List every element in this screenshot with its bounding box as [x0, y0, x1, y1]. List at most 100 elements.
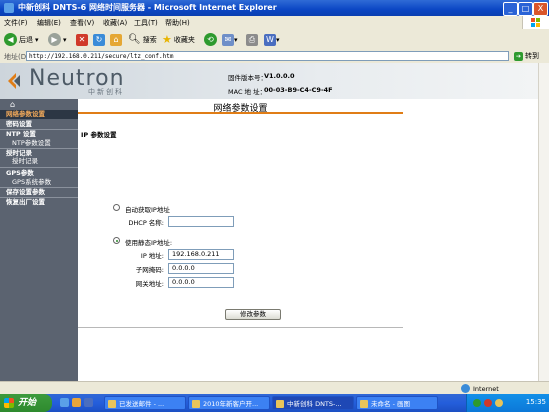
auto-ip-label: 自动获取IP地址	[125, 206, 170, 214]
refresh-icon: ↻	[93, 33, 105, 46]
static-ip-label: 使用静态IP地址:	[125, 239, 173, 247]
home-button[interactable]: ⌂	[110, 32, 122, 47]
back-label: 后退	[19, 35, 33, 44]
quicklaunch-email-icon[interactable]	[72, 398, 81, 407]
toolbar: ◀ 后退 ▾ ▶ ▾ ✕ ↻ ⌂ 🔍︎ 搜索 ★ 收藏夹 ⟲ ✉ ▾ ⎙ W ▾	[0, 29, 549, 51]
tray-volume-icon[interactable]	[495, 399, 503, 407]
auto-ip-radio[interactable]	[113, 204, 120, 211]
stop-icon: ✕	[76, 33, 88, 46]
modify-params-button[interactable]: 修改参数	[225, 309, 281, 320]
zone-label: Internet	[473, 384, 499, 393]
windows-flag-icon	[4, 398, 14, 408]
search-label: 搜索	[142, 35, 157, 44]
task-sent-mail[interactable]: 已发送邮件 - ...	[104, 396, 186, 410]
menu-help[interactable]: 帮助(H)	[165, 18, 190, 28]
firmware-label: 固件版本号：	[228, 74, 267, 82]
sidebar-sub-timing-log[interactable]: 授时记录	[12, 157, 38, 166]
menu-edit[interactable]: 编辑(E)	[37, 18, 61, 28]
star-icon: ★	[162, 33, 172, 46]
gateway-input[interactable]: 0.0.0.0	[168, 277, 234, 288]
subnet-mask-input[interactable]: 0.0.0.0	[168, 263, 234, 274]
ie-window: 中新创科 DNTS-6 网络时间服务器 - Microsoft Internet…	[0, 0, 549, 395]
print-icon: ⎙	[246, 33, 258, 46]
refresh-button[interactable]: ↻	[93, 32, 105, 47]
ip-address-input[interactable]: 192.168.0.211	[168, 249, 234, 260]
mail-icon: ✉	[222, 33, 234, 46]
print-button[interactable]: ⎙	[246, 32, 258, 47]
neutron-logo-icon	[8, 73, 20, 89]
system-tray: 15:35	[466, 394, 549, 412]
history-button[interactable]: ⟲	[204, 32, 219, 47]
page-header: Neutron 中新创科 固件版本号： V1.0.0.0 MAC 地 址： 00…	[0, 63, 538, 99]
sidebar-item-save[interactable]: 保存设置参数	[0, 188, 78, 197]
sidebar-sub-ntp-params[interactable]: NTP参数设置	[12, 139, 51, 148]
edit-button[interactable]: W ▾	[264, 32, 280, 47]
ie-icon	[4, 3, 14, 13]
task-new-customer[interactable]: 2010年新客户开...	[188, 396, 270, 410]
title-underline	[78, 112, 403, 114]
vertical-scrollbar[interactable]	[538, 63, 549, 381]
window-title: 中新创科 DNTS-6 网络时间服务器 - Microsoft Internet…	[18, 3, 277, 12]
sidebar-item-ntp[interactable]: NTP 设置	[0, 130, 78, 139]
logo-subtitle: 中新创科	[88, 88, 124, 96]
forward-arrow-icon: ▶	[48, 33, 61, 46]
back-arrow-icon: ◀	[4, 33, 17, 46]
sidebar: ⌂ 网络参数设置 密码设置 NTP 设置 NTP参数设置 授时记录 授时记录 G…	[0, 99, 78, 381]
menu-favorites[interactable]: 收藏(A)	[103, 18, 127, 28]
quicklaunch-desktop-icon[interactable]	[84, 398, 93, 407]
clock[interactable]: 15:35	[526, 398, 546, 406]
menu-view[interactable]: 查看(V)	[70, 18, 94, 28]
minimize-button[interactable]: _	[503, 2, 518, 16]
task-ie-dnts[interactable]: 中新创科 DNTS-...	[272, 396, 354, 410]
mac-value: 00-03-B9-C4-C9-4F	[264, 86, 333, 94]
address-bar: 地址(D) http://192.168.0.211/secure/ltz_co…	[0, 50, 549, 64]
quicklaunch-ie-icon[interactable]	[60, 398, 69, 407]
favorites-label: 收藏夹	[173, 35, 195, 44]
go-arrow-icon: ➔	[514, 51, 523, 61]
search-button[interactable]: 🔍︎ 搜索	[128, 32, 157, 47]
sidebar-item-network[interactable]: 网络参数设置	[0, 110, 78, 119]
close-button[interactable]: X	[533, 2, 548, 16]
sidebar-divider	[0, 167, 78, 168]
start-label: 开始	[18, 398, 37, 408]
go-button[interactable]: ➔ 转到	[514, 51, 539, 61]
mail-button[interactable]: ✉ ▾	[222, 32, 238, 47]
back-button[interactable]: ◀ 后退 ▾	[4, 32, 39, 47]
tray-security-icon[interactable]	[484, 399, 492, 407]
ip-address-label: IP 地址:	[140, 252, 164, 260]
edit-icon: W	[264, 33, 276, 46]
status-bar: Internet	[0, 381, 549, 395]
tray-network-icon[interactable]	[473, 399, 481, 407]
mac-label: MAC 地 址：	[228, 88, 267, 96]
sidebar-item-factory-reset[interactable]: 恢复出厂设置	[0, 198, 78, 207]
static-ip-radio[interactable]	[113, 237, 120, 244]
gateway-label: 网关地址:	[135, 280, 164, 288]
go-label: 转到	[525, 52, 539, 60]
sidebar-item-gps[interactable]: GPS参数	[0, 169, 78, 178]
form-bottom-divider	[78, 327, 403, 328]
taskbar: 开始 已发送邮件 - ... 2010年新客户开... 中新创科 DNTS-..…	[0, 394, 549, 412]
home-icon: ⌂	[110, 33, 122, 46]
menu-file[interactable]: 文件(F)	[4, 18, 28, 28]
sidebar-item-password[interactable]: 密码设置	[0, 120, 78, 129]
dhcp-name-input[interactable]	[168, 216, 234, 227]
history-icon: ⟲	[204, 33, 217, 46]
forward-button[interactable]: ▶ ▾	[48, 32, 67, 47]
stop-button[interactable]: ✕	[76, 32, 88, 47]
maximize-button[interactable]: □	[518, 2, 533, 16]
task-paint[interactable]: 未命名 - 画图	[356, 396, 438, 410]
menu-bar: 文件(F) 编辑(E) 查看(V) 收藏(A) 工具(T) 帮助(H)	[0, 16, 549, 30]
sidebar-sub-gps-system[interactable]: GPS系统参数	[12, 178, 51, 187]
page-viewport: Neutron 中新创科 固件版本号： V1.0.0.0 MAC 地 址： 00…	[0, 63, 538, 381]
address-input[interactable]: http://192.168.0.211/secure/ltz_conf.htm	[26, 51, 509, 61]
menu-tools[interactable]: 工具(T)	[134, 18, 158, 28]
start-button[interactable]: 开始	[0, 394, 52, 412]
search-icon: 🔍︎	[128, 34, 141, 45]
favorites-button[interactable]: ★ 收藏夹	[162, 32, 195, 47]
title-bar[interactable]: 中新创科 DNTS-6 网络时间服务器 - Microsoft Internet…	[0, 0, 549, 16]
firmware-value: V1.0.0.0	[264, 72, 295, 80]
main-content: 网络参数设置 IP 参数设置 自动获取IP地址 DHCP 名称: 使用静态IP地…	[78, 99, 538, 381]
security-zone: Internet	[461, 384, 499, 393]
subnet-mask-label: 子网掩码:	[135, 266, 164, 274]
home-icon[interactable]: ⌂	[10, 100, 15, 109]
